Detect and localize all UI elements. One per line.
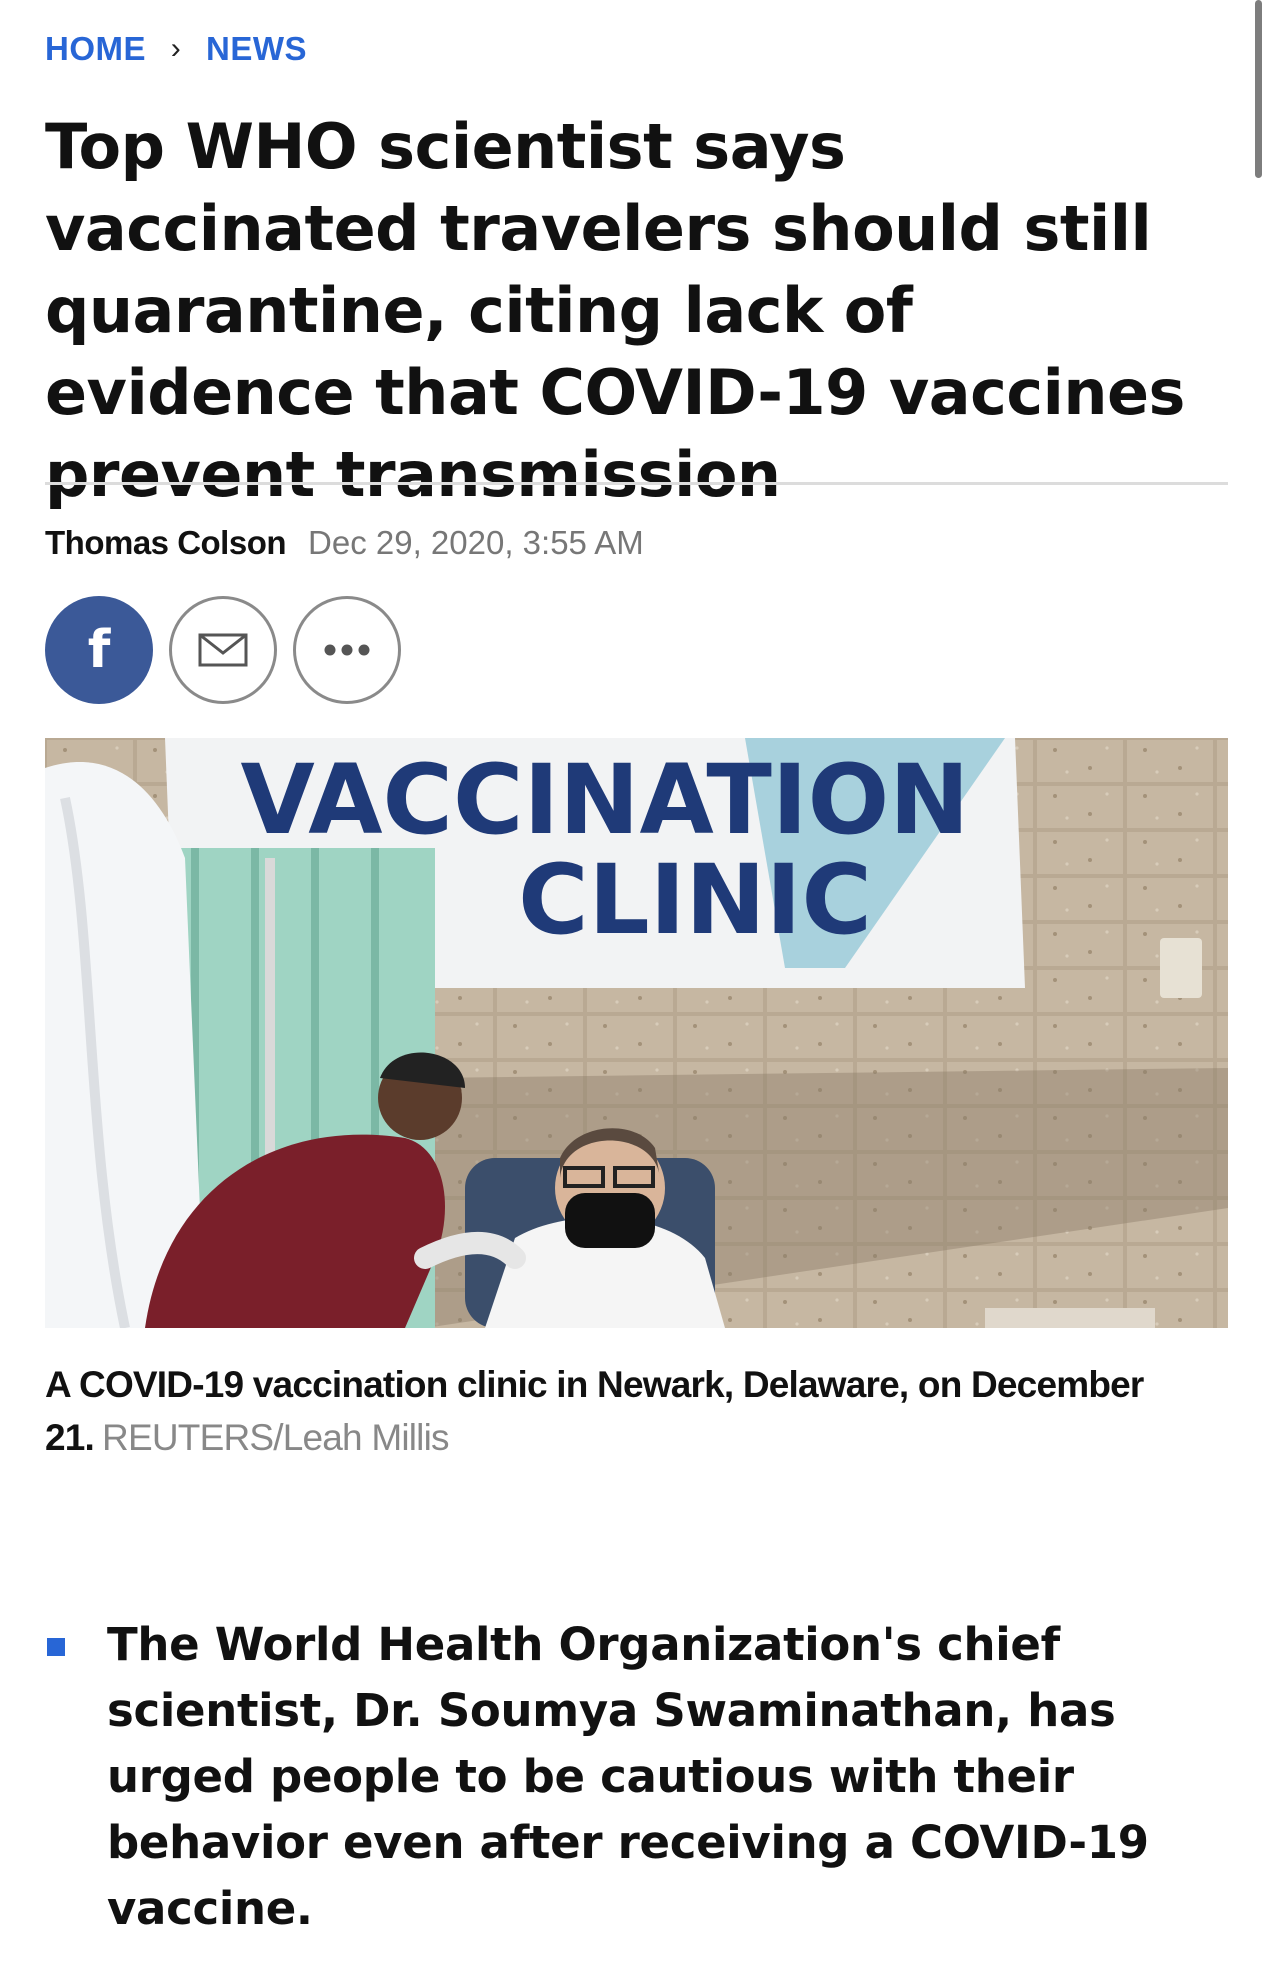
more-horizontal-icon — [324, 644, 370, 656]
summary-bullet-text: The World Health Organization's chief sc… — [107, 1618, 1149, 1935]
article-headline: Top WHO scientist says vaccinated travel… — [45, 110, 1185, 511]
headline-divider — [45, 482, 1228, 485]
vaccination-clinic-photo: VACCINATION CLINIC — [45, 738, 1228, 1328]
chevron-right-icon: › — [170, 32, 182, 65]
breadcrumb: HOME › NEWS — [45, 30, 307, 68]
breadcrumb-home-link[interactable]: HOME — [45, 30, 146, 68]
photo-credit: REUTERS/Leah Millis — [102, 1417, 449, 1458]
mail-icon — [198, 633, 248, 667]
byline: Thomas Colson Dec 29, 2020, 3:55 AM — [45, 524, 644, 562]
breadcrumb-news-link[interactable]: NEWS — [206, 30, 307, 68]
facebook-share-button[interactable]: f — [45, 596, 153, 704]
page-scrollbar[interactable] — [1255, 0, 1262, 178]
facebook-icon: f — [87, 620, 111, 680]
article-photo: VACCINATION CLINIC — [45, 738, 1228, 1328]
more-share-button[interactable] — [293, 596, 401, 704]
share-bar: f — [45, 596, 417, 704]
author-name[interactable]: Thomas Colson — [45, 524, 287, 562]
email-share-button[interactable] — [169, 596, 277, 704]
photo-caption: A COVID-19 vaccination clinic in Newark,… — [45, 1358, 1205, 1464]
banner-text-line2: CLINIC — [518, 844, 872, 956]
summary-bullet: The World Health Organization's chief sc… — [45, 1612, 1225, 1942]
bullet-square-icon — [47, 1638, 65, 1656]
summary-bullets: The World Health Organization's chief sc… — [45, 1612, 1225, 1942]
publish-date: Dec 29, 2020, 3:55 AM — [308, 524, 644, 561]
banner-text-line1: VACCINATION — [240, 744, 969, 856]
